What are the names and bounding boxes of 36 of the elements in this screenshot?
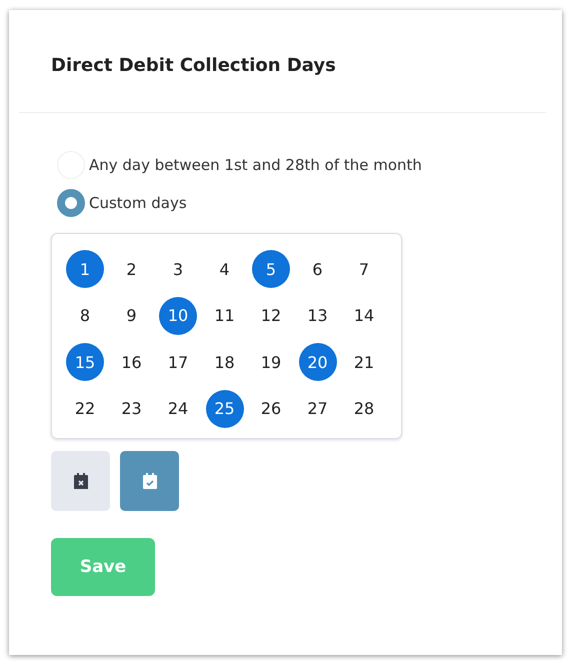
day-button[interactable]: 24: [159, 390, 197, 428]
day-button[interactable]: 1: [66, 250, 104, 288]
card-title: Direct Debit Collection Days: [51, 54, 337, 78]
day-button[interactable]: 18: [206, 343, 244, 381]
day-button[interactable]: 28: [345, 390, 383, 428]
day-button[interactable]: 27: [298, 390, 336, 428]
day-button[interactable]: 25: [206, 390, 244, 428]
day-button[interactable]: 6: [298, 250, 336, 288]
day-button[interactable]: 10: [159, 296, 197, 334]
day-button[interactable]: 22: [66, 390, 104, 428]
radio-label: Any day between 1st and 28th of the month: [89, 156, 422, 174]
day-button[interactable]: 9: [112, 296, 150, 334]
day-button[interactable]: 16: [112, 343, 150, 381]
day-button[interactable]: 12: [252, 296, 290, 334]
calendar-check-icon: [142, 472, 156, 488]
radio-label: Custom days: [89, 194, 187, 212]
day-button[interactable]: 11: [206, 296, 244, 334]
day-button[interactable]: 7: [345, 250, 383, 288]
day-button[interactable]: 23: [112, 390, 150, 428]
day-button[interactable]: 2: [112, 250, 150, 288]
day-button[interactable]: 20: [298, 343, 336, 381]
day-button[interactable]: 26: [252, 390, 290, 428]
day-button[interactable]: 13: [298, 296, 336, 334]
day-button[interactable]: 3: [159, 250, 197, 288]
day-button[interactable]: 17: [159, 343, 197, 381]
day-button[interactable]: 15: [66, 343, 104, 381]
day-button[interactable]: 8: [66, 296, 104, 334]
day-button[interactable]: 14: [345, 296, 383, 334]
radio-button[interactable]: [57, 189, 85, 217]
calendar-x-icon: [74, 472, 88, 488]
day-button[interactable]: 21: [345, 343, 383, 381]
day-button[interactable]: 19: [252, 343, 290, 381]
clear-days-button[interactable]: [51, 450, 110, 510]
day-button[interactable]: 5: [252, 250, 290, 288]
day-button[interactable]: 4: [206, 250, 244, 288]
select-all-days-button[interactable]: [120, 450, 179, 510]
